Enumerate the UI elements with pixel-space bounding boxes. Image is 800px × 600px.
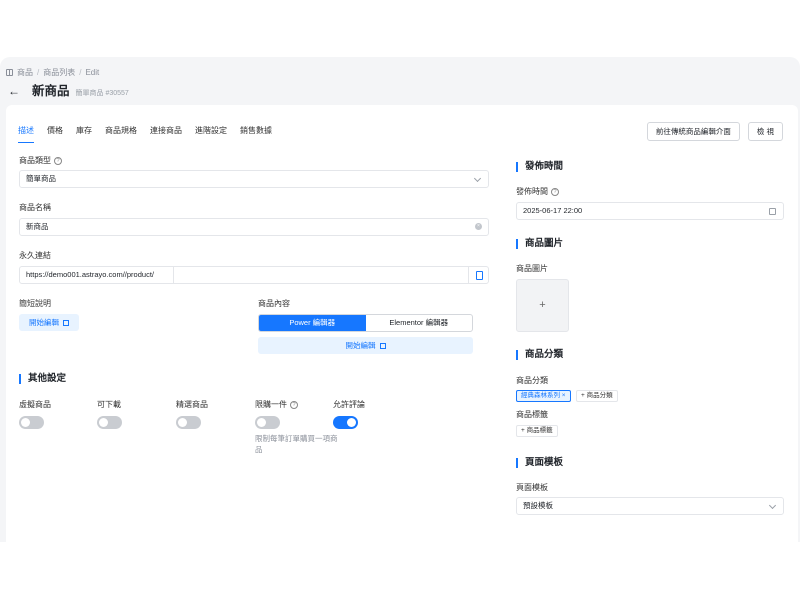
downloadable-toggle[interactable] [97, 416, 122, 429]
legacy-editor-button[interactable]: 前往傳統商品編輯介面 [646, 122, 740, 141]
images-title: 商品圖片 [516, 239, 563, 249]
product-name-input[interactable]: 新商品 × [19, 218, 489, 236]
content-edit-button[interactable]: 開始編輯 [258, 337, 473, 354]
copy-icon[interactable] [468, 267, 488, 283]
app-shell: 商品 / 商品列表 / Edit ← 新商品 簡單商品 #30557 描述 價格… [0, 57, 800, 542]
tags-label: 商品標籤 [516, 410, 548, 419]
template-title: 頁面模板 [516, 458, 563, 468]
publish-title: 發佈時間 [516, 162, 563, 172]
content-label: 商品內容 [258, 299, 290, 308]
toggle-label: 虛擬商品 [19, 400, 51, 409]
tab-linked[interactable]: 連接商品 [150, 125, 182, 143]
help-icon[interactable]: ? [551, 187, 559, 196]
tab-advanced[interactable]: 進階設定 [195, 125, 227, 143]
edit-panel: 描述 價格 庫存 商品規格 連接商品 進階設定 銷售數據 前往傳統商品編輯介面 … [6, 105, 798, 542]
reviews-toggle[interactable] [333, 416, 358, 429]
breadcrumb-item[interactable]: 商品 [17, 67, 33, 78]
grid-icon [6, 69, 13, 76]
product-type-label: 商品類型? [19, 155, 62, 166]
page-subtitle: 簡單商品 #30557 [75, 90, 129, 97]
chevron-down-icon [768, 501, 777, 510]
toggle-label: 限購一件? [255, 399, 298, 410]
permalink-input[interactable]: https://demo001.astrayo.com//product/ [19, 266, 489, 284]
chevron-down-icon [473, 174, 482, 183]
images-label: 商品圖片 [516, 264, 548, 273]
publish-date-input[interactable]: 2025-06-17 22:00 [516, 202, 784, 220]
calendar-icon[interactable] [769, 208, 776, 215]
page-title: 新商品 [32, 84, 70, 98]
toggle-label: 允許評論 [333, 400, 365, 409]
toggle-label: 精選商品 [176, 400, 208, 409]
categories-label: 商品分類 [516, 376, 548, 385]
tab-specs[interactable]: 商品規格 [105, 125, 137, 143]
tab-description[interactable]: 描述 [18, 125, 34, 143]
categories-title: 商品分類 [516, 350, 563, 360]
tab-bar: 描述 價格 庫存 商品規格 連接商品 進階設定 銷售數據 [18, 125, 285, 143]
featured-toggle[interactable] [176, 416, 201, 429]
plus-icon: + [539, 299, 546, 311]
category-tag[interactable]: 經典森林系列 × [516, 390, 571, 402]
add-tag-button[interactable]: + 商品標籤 [516, 425, 558, 437]
top-bar: 商品 / 商品列表 / Edit ← 新商品 簡單商品 #30557 [0, 57, 800, 105]
breadcrumb-item[interactable]: 商品列表 [43, 67, 75, 78]
permalink-label: 永久連結 [19, 251, 51, 260]
external-link-icon [379, 343, 386, 349]
breadcrumb-item: Edit [85, 68, 100, 77]
tab-stock[interactable]: 庫存 [76, 125, 92, 143]
template-select[interactable]: 預設模板 [516, 497, 784, 515]
tab-price[interactable]: 價格 [47, 125, 63, 143]
add-category-button[interactable]: + 商品分類 [576, 390, 618, 402]
image-upload-button[interactable]: + [516, 279, 569, 332]
help-icon[interactable]: ? [290, 400, 298, 409]
power-editor-option[interactable]: Power 編輯器 [259, 315, 366, 331]
view-button[interactable]: 檢 視 [747, 122, 783, 141]
permalink-prefix: https://demo001.astrayo.com//product/ [26, 270, 154, 279]
template-label: 頁面模板 [516, 483, 548, 492]
external-link-icon [63, 320, 69, 326]
limit-one-toggle[interactable] [255, 416, 280, 429]
help-icon[interactable]: ? [54, 156, 62, 165]
other-settings-title: 其他設定 [19, 374, 66, 384]
back-arrow-icon[interactable]: ← [8, 84, 26, 98]
clear-icon[interactable]: × [475, 223, 482, 230]
product-type-select[interactable]: 簡單商品 [19, 170, 489, 188]
short-desc-edit-button[interactable]: 開始編輯 [19, 314, 79, 331]
publish-label: 發佈時間? [516, 186, 559, 197]
page-background [0, 542, 800, 600]
virtual-toggle[interactable] [19, 416, 44, 429]
tab-sales[interactable]: 銷售數據 [240, 125, 272, 143]
product-name-label: 商品名稱 [19, 203, 51, 212]
editor-switch: Power 編輯器 Elementor 編輯器 [258, 314, 473, 332]
toggle-label: 可下載 [97, 400, 121, 409]
elementor-editor-option[interactable]: Elementor 編輯器 [366, 315, 473, 331]
limit-one-hint: 限制每筆訂單購買一項商品 [255, 434, 338, 454]
breadcrumb: 商品 / 商品列表 / Edit [6, 67, 99, 78]
short-desc-label: 簡短說明 [19, 299, 51, 308]
